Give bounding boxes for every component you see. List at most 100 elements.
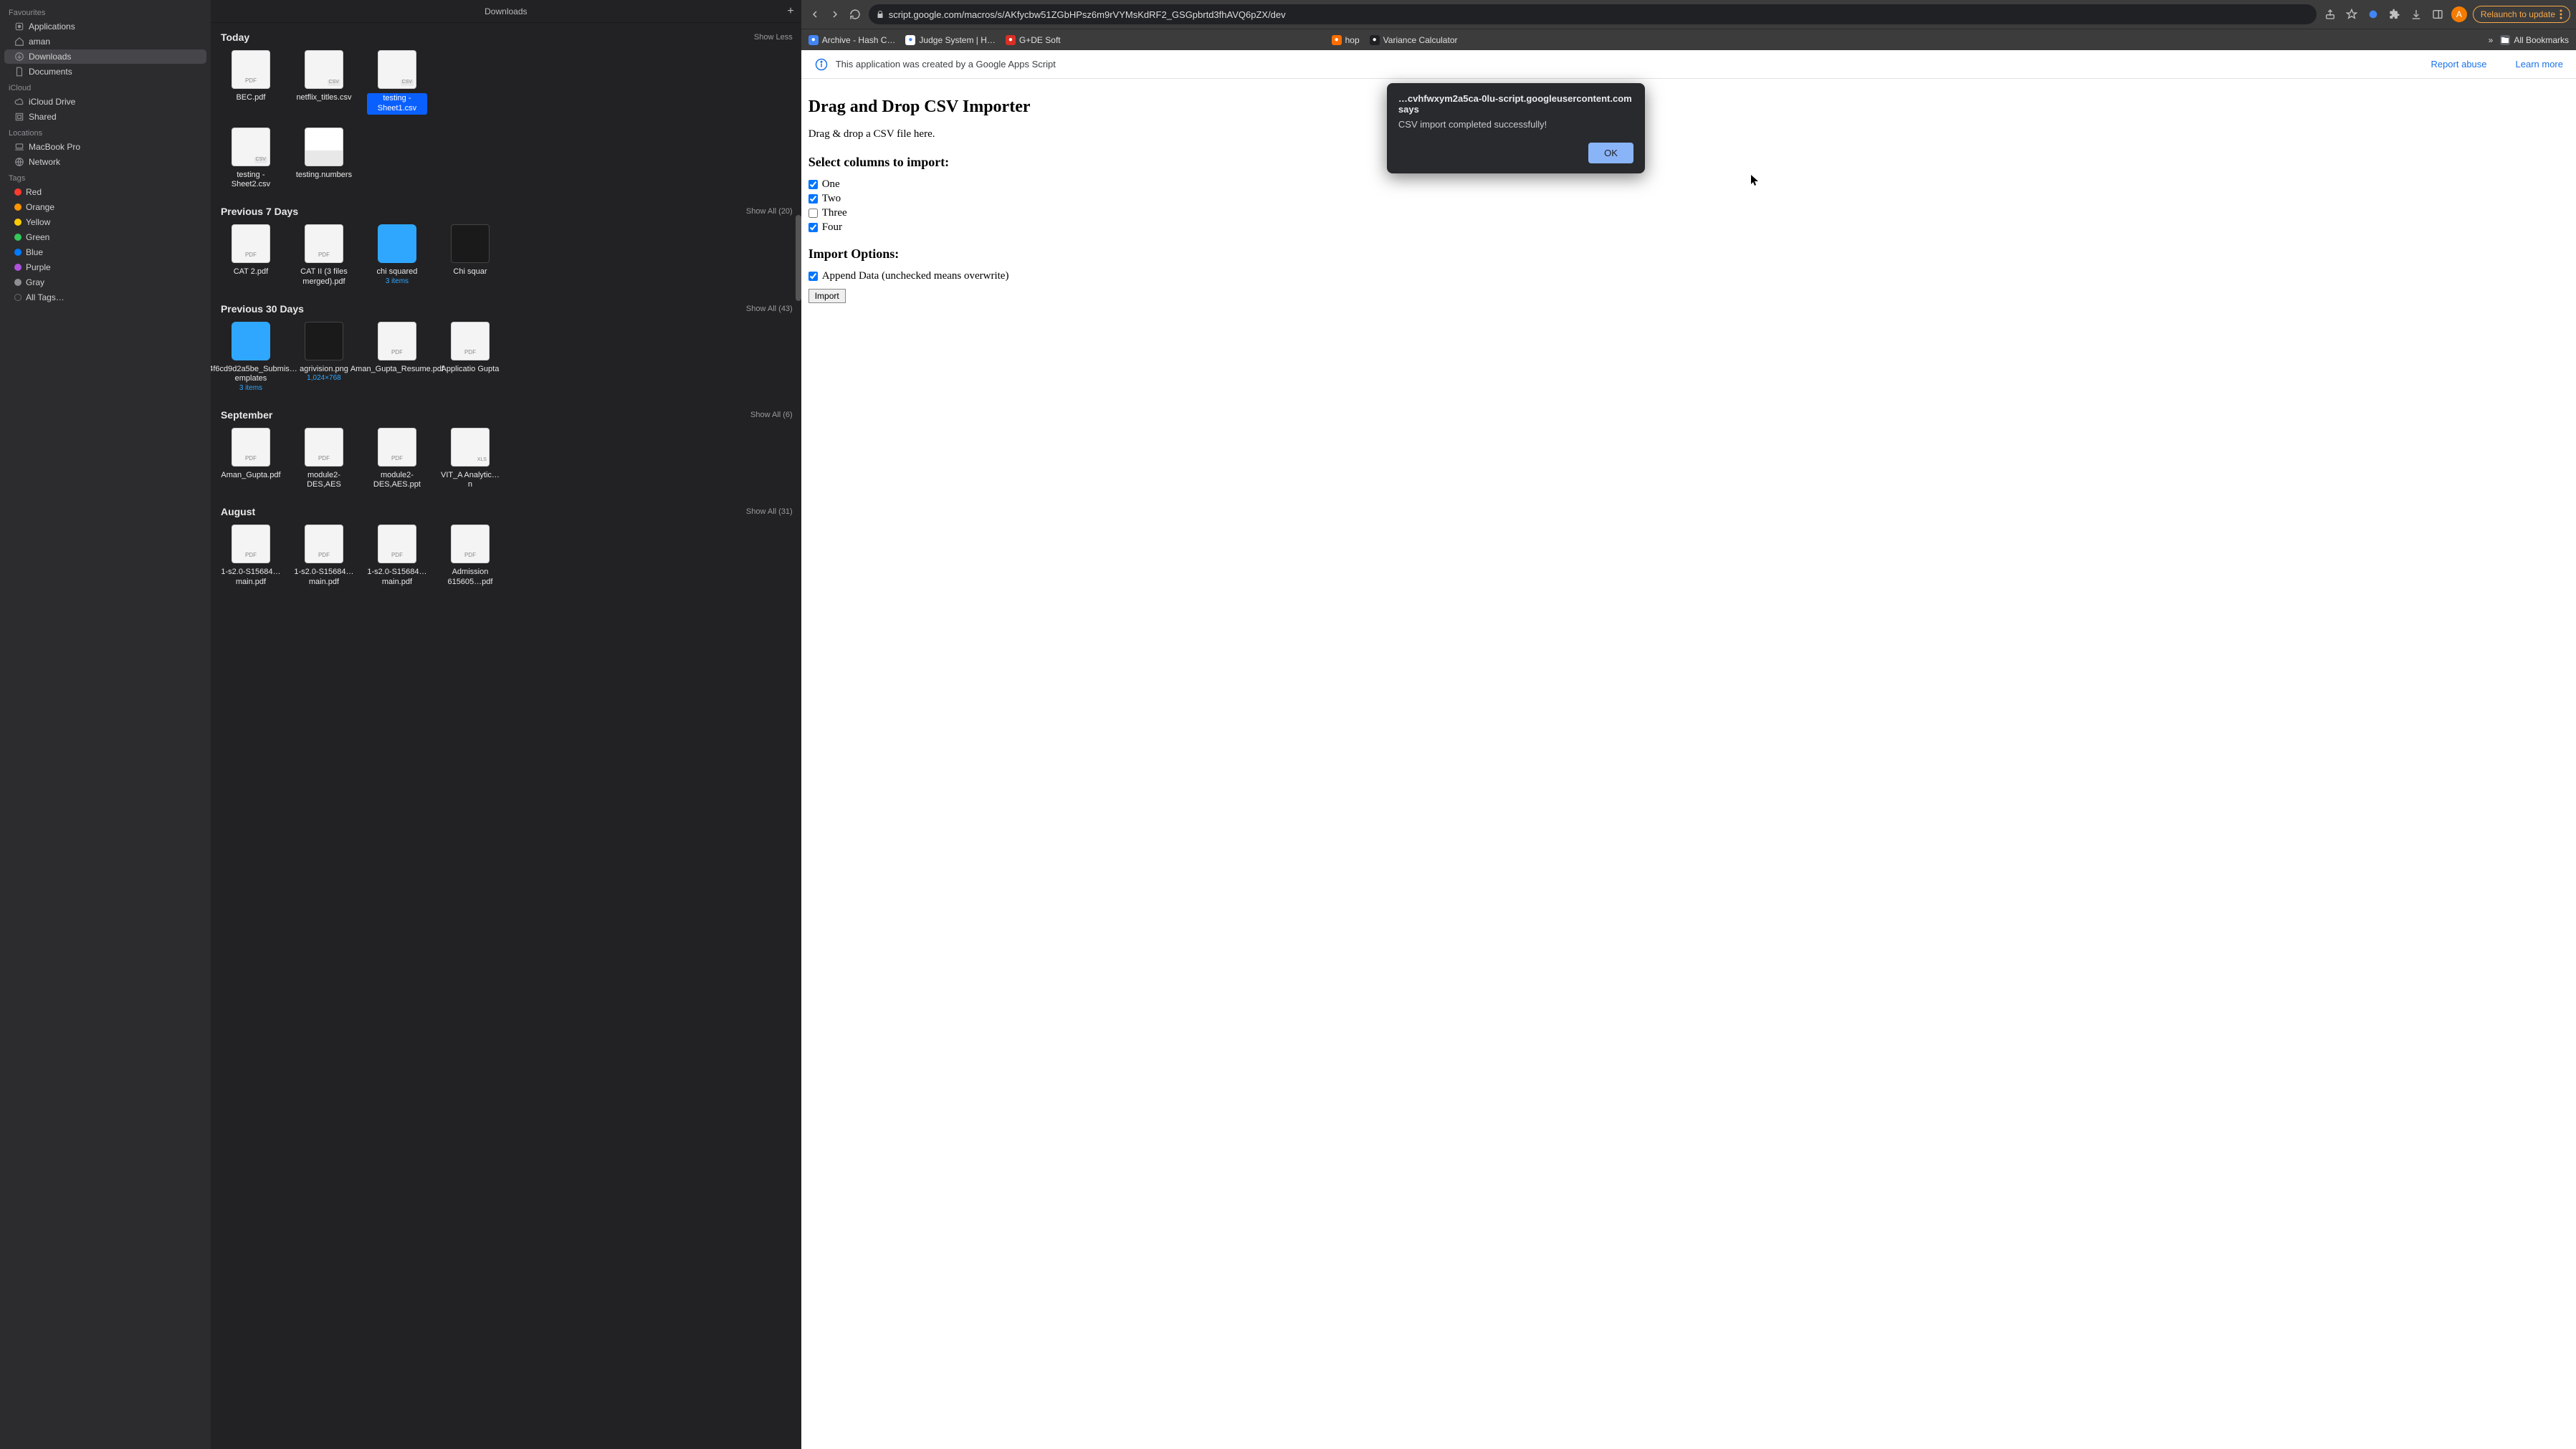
side-panel-button[interactable]	[2430, 6, 2446, 22]
profile-avatar[interactable]: A	[2451, 6, 2467, 22]
bookmark-label: Judge System | H…	[919, 35, 996, 45]
file-name: Aman_Gupta.pdf	[221, 471, 280, 481]
sidebar-item-iclouddrive[interactable]: iCloud Drive	[4, 95, 206, 109]
sidebar-tag-yellow[interactable]: Yellow	[4, 215, 206, 229]
tag-dot-icon	[14, 234, 22, 241]
favicon-icon: ●	[1332, 35, 1342, 45]
share-button[interactable]	[2322, 6, 2338, 22]
file-name: CAT 2.pdf	[234, 267, 269, 277]
file-item[interactable]: Admission 615605…pdf	[440, 525, 500, 588]
sidebar-item-label: Applications	[29, 21, 75, 32]
bookmark-item[interactable]: ●G+DE Soft	[1006, 35, 1061, 45]
tag-dot-icon	[14, 219, 22, 226]
file-item[interactable]: testing - Sheet1.csv	[367, 50, 427, 115]
all-bookmarks-button[interactable]: All Bookmarks	[2500, 35, 2569, 45]
file-thumbnail	[451, 428, 490, 467]
bookmark-item[interactable]: ●hop	[1332, 35, 1360, 45]
sidebar-item-macbookpro[interactable]: MacBook Pro	[4, 140, 206, 154]
section-show-all[interactable]: Show All (6)	[750, 411, 793, 419]
append-checkbox[interactable]	[808, 272, 818, 281]
file-item[interactable]: module2-DES,AES.ppt	[367, 428, 427, 491]
reload-button[interactable]	[847, 6, 863, 22]
address-bar[interactable]: script.google.com/macros/s/AKfycbw51ZGbH…	[869, 4, 2317, 24]
file-item[interactable]: Aman_Gupta.pdf	[221, 428, 281, 491]
bookmark-item[interactable]: ●Archive - Hash C…	[808, 35, 896, 45]
forward-button[interactable]	[827, 6, 843, 22]
file-name: testing - Sheet1.csv	[367, 93, 427, 115]
dialog-ok-button[interactable]: OK	[1588, 143, 1633, 163]
file-item[interactable]: VIT_A Analytic…n	[440, 428, 500, 491]
file-item[interactable]: Chi squar	[440, 224, 500, 287]
sidebar-item-shared[interactable]: Shared	[4, 110, 206, 124]
file-grid: CAT 2.pdf CAT II (3 files merged).pdfchi …	[211, 221, 801, 295]
sidebar-tag-blue[interactable]: Blue	[4, 245, 206, 259]
extension-icon-1[interactable]	[2365, 6, 2381, 22]
column-checkbox-1[interactable]	[808, 194, 818, 204]
file-thumbnail	[451, 322, 490, 360]
tag-dot-icon	[14, 279, 22, 286]
section-show-all[interactable]: Show Less	[754, 33, 793, 42]
section-show-all[interactable]: Show All (43)	[746, 305, 793, 313]
column-label[interactable]: Three	[822, 207, 847, 219]
sidebar-tag-gray[interactable]: Gray	[4, 275, 206, 290]
file-item[interactable]: CAT 2.pdf	[221, 224, 281, 287]
sidebar-item-applications[interactable]: Applications	[4, 19, 206, 34]
column-checkbox-2[interactable]	[808, 209, 818, 218]
section-show-all[interactable]: Show All (31)	[746, 507, 793, 516]
sidebar-tag-alltags[interactable]: All Tags…	[4, 290, 206, 305]
file-thumbnail	[232, 322, 270, 360]
sidebar-tag-red[interactable]: Red	[4, 185, 206, 199]
sidebar-item-downloads[interactable]: Downloads	[4, 49, 206, 64]
new-tab-button[interactable]: +	[787, 5, 793, 18]
sidebar-item-label: Red	[26, 187, 42, 197]
section-show-all[interactable]: Show All (20)	[746, 207, 793, 216]
file-item[interactable]: BEC.pdf	[221, 50, 281, 115]
back-button[interactable]	[807, 6, 823, 22]
url-text: script.google.com/macros/s/AKfycbw51ZGbH…	[889, 9, 1286, 20]
chrome-toolbar: script.google.com/macros/s/AKfycbw51ZGbH…	[801, 0, 2576, 29]
downloads-button[interactable]	[2408, 6, 2424, 22]
file-item[interactable]: testing.numbers	[294, 128, 354, 191]
file-name: 64f6cd9d2a5be_Submis…emplates	[211, 365, 297, 385]
column-label[interactable]: Four	[822, 221, 842, 234]
bookmark-item[interactable]: ●Variance Calculator	[1370, 35, 1458, 45]
finder-tab-title[interactable]: Downloads	[485, 6, 527, 16]
file-item[interactable]: 1-s2.0-S15684…main.pdf	[221, 525, 281, 588]
bookmarks-overflow[interactable]: »	[2489, 35, 2494, 45]
file-item[interactable]: 64f6cd9d2a5be_Submis…emplates3 items	[221, 322, 281, 393]
file-item[interactable]: chi squared3 items	[367, 224, 427, 287]
import-button[interactable]: Import	[808, 289, 846, 303]
sidebar-item-documents[interactable]: Documents	[4, 64, 206, 79]
append-label[interactable]: Append Data (unchecked means overwrite)	[822, 270, 1009, 282]
file-item[interactable]: module2-DES,AES	[294, 428, 354, 491]
file-item[interactable]: testing - Sheet2.csv	[221, 128, 281, 191]
sidebar-item-network[interactable]: Network	[4, 155, 206, 169]
drop-zone-text[interactable]: Drag & drop a CSV file here.	[808, 128, 2569, 140]
relaunch-button[interactable]: Relaunch to update	[2473, 6, 2570, 23]
sidebar-item-label: Purple	[26, 262, 51, 272]
file-item[interactable]: 1-s2.0-S15684…main.pdf	[294, 525, 354, 588]
sidebar-tag-green[interactable]: Green	[4, 230, 206, 244]
bookmark-star-button[interactable]	[2344, 6, 2360, 22]
column-checkbox-0[interactable]	[808, 180, 818, 189]
scrollbar-thumb[interactable]	[796, 215, 801, 301]
file-thumbnail	[451, 224, 490, 263]
sidebar-item-aman[interactable]: aman	[4, 34, 206, 49]
report-abuse-link[interactable]: Report abuse	[2430, 59, 2486, 70]
finder-content[interactable]: TodayShow LessBEC.pdfnetflix_titles.csvt…	[211, 23, 801, 1449]
sidebar-tag-purple[interactable]: Purple	[4, 260, 206, 274]
file-item[interactable]: netflix_titles.csv	[294, 50, 354, 115]
file-item[interactable]: agrivision.png1,024×768	[294, 322, 354, 393]
file-item[interactable]: Aman_Gupta_Resume.pdf	[367, 322, 427, 393]
file-item[interactable]: Applicatio Gupta	[440, 322, 500, 393]
file-item[interactable]: 1-s2.0-S15684…main.pdf	[367, 525, 427, 588]
column-label[interactable]: Two	[822, 193, 841, 205]
file-thumbnail	[232, 50, 270, 89]
column-label[interactable]: One	[822, 178, 840, 191]
learn-more-link[interactable]: Learn more	[2516, 59, 2563, 70]
file-item[interactable]: CAT II (3 files merged).pdf	[294, 224, 354, 287]
column-checkbox-3[interactable]	[808, 223, 818, 232]
extensions-button[interactable]	[2387, 6, 2403, 22]
sidebar-tag-orange[interactable]: Orange	[4, 200, 206, 214]
bookmark-item[interactable]: ●Judge System | H…	[905, 35, 996, 45]
